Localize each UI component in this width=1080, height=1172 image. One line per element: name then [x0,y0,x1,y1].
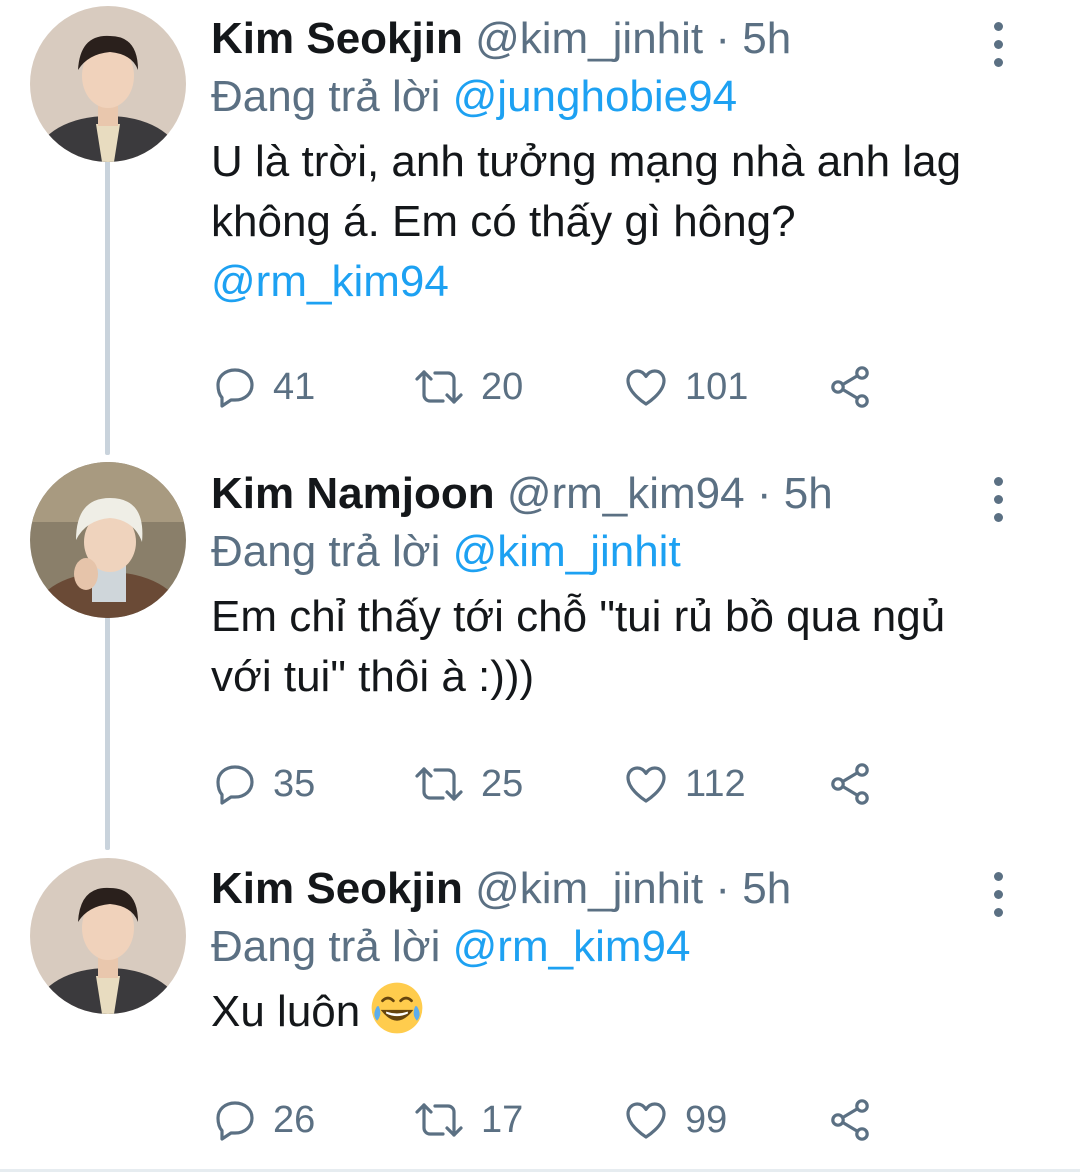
separator-dot: · [715,14,731,63]
like-count: 101 [685,365,749,408]
replying-to-mention[interactable]: @rm_kim94 [453,922,691,971]
replying-to-label: Đang trả lời [211,72,441,121]
retweet-icon [415,767,463,801]
separator-dot: · [715,864,731,913]
share-button[interactable] [825,1095,889,1145]
tweet-text: U là trời, anh tưởng mạng nhà anh lag kh… [211,132,980,312]
avatar-photo [30,858,186,1014]
heart-icon [626,766,666,803]
tweet-text-content: U là trời, anh tưởng mạng nhà anh lag kh… [211,137,962,246]
replying-to-label: Đang trả lời [211,527,441,576]
tweet-mention[interactable]: @rm_kim94 [211,252,980,312]
more-options-button[interactable] [986,872,1010,917]
reply-count: 35 [273,762,316,805]
replying-to: Đang trả lời @junghobie94 [211,68,980,126]
reply-icon [216,368,254,408]
retweet-button[interactable]: 17 [411,1095,523,1145]
tweet[interactable]: Kim Seokjin @kim_jinhit · 5h Đang trả lờ… [0,0,1080,430]
avatar[interactable] [30,462,186,618]
retweet-icon [415,1103,463,1137]
more-vertical-icon [993,477,1003,486]
tweet-header: Kim Seokjin @kim_jinhit · 5h [211,860,980,918]
retweet-count: 20 [481,365,524,408]
timestamp[interactable]: 5h [742,14,791,63]
reply-count: 41 [273,365,316,408]
avatar[interactable] [30,6,186,162]
author-handle[interactable]: @kim_jinhit [475,14,703,63]
more-vertical-icon [993,872,1003,881]
share-icon [831,366,869,408]
timestamp[interactable]: 5h [784,469,833,518]
reply-icon [216,765,254,805]
retweet-count: 25 [481,762,524,805]
like-count: 112 [685,762,746,805]
retweet-icon [415,370,463,404]
tweet[interactable]: Kim Namjoon @rm_kim94 · 5h Đang trả lời … [0,455,1080,835]
share-button[interactable] [825,362,889,412]
author-name[interactable]: Kim Namjoon [211,469,495,518]
reply-button[interactable]: 26 [211,1095,315,1145]
more-options-button[interactable] [986,477,1010,522]
heart-icon [626,369,666,406]
retweet-count: 17 [481,1098,524,1141]
tweet-header: Kim Namjoon @rm_kim94 · 5h [211,465,980,523]
tweet-text: Em chỉ thấy tới chỗ "tui rủ bồ qua ngủ v… [211,587,980,707]
retweet-button[interactable]: 20 [411,362,523,412]
replying-to-mention[interactable]: @junghobie94 [453,72,737,121]
tweet-header: Kim Seokjin @kim_jinhit · 5h [211,10,980,68]
more-options-button[interactable] [986,22,1010,67]
author-handle[interactable]: @kim_jinhit [475,864,703,913]
tweet[interactable]: Kim Seokjin @kim_jinhit · 5h Đang trả lờ… [0,850,1080,1172]
avatar-photo [30,462,186,618]
reply-count: 26 [273,1098,316,1141]
avatar-photo [30,6,186,162]
timestamp[interactable]: 5h [742,864,791,913]
author-handle[interactable]: @rm_kim94 [507,469,745,518]
share-icon [831,763,869,805]
reply-button[interactable]: 35 [211,759,315,809]
face-with-tears-of-joy-emoji [371,983,423,1034]
separator-dot: · [756,469,772,518]
replying-to-label: Đang trả lời [211,922,441,971]
reply-icon [216,1101,254,1141]
replying-to-mention[interactable]: @kim_jinhit [453,527,681,576]
share-button[interactable] [825,759,889,809]
like-button[interactable]: 101 [621,362,748,412]
more-vertical-icon [993,22,1003,31]
tweet-text-content: Xu luôn [211,987,361,1036]
author-name[interactable]: Kim Seokjin [211,14,463,63]
share-icon [831,1099,869,1141]
reply-button[interactable]: 41 [211,362,315,412]
tweet-text: Xu luôn [211,982,980,1043]
replying-to: Đang trả lời @rm_kim94 [211,918,980,976]
avatar[interactable] [30,858,186,1014]
replying-to: Đang trả lời @kim_jinhit [211,523,980,581]
like-button[interactable]: 112 [621,759,746,809]
like-button[interactable]: 99 [621,1095,727,1145]
tweet-text-content: Em chỉ thấy tới chỗ "tui rủ bồ qua ngủ v… [211,592,946,701]
author-name[interactable]: Kim Seokjin [211,864,463,913]
like-count: 99 [685,1098,728,1141]
heart-icon [626,1102,666,1139]
retweet-button[interactable]: 25 [411,759,523,809]
